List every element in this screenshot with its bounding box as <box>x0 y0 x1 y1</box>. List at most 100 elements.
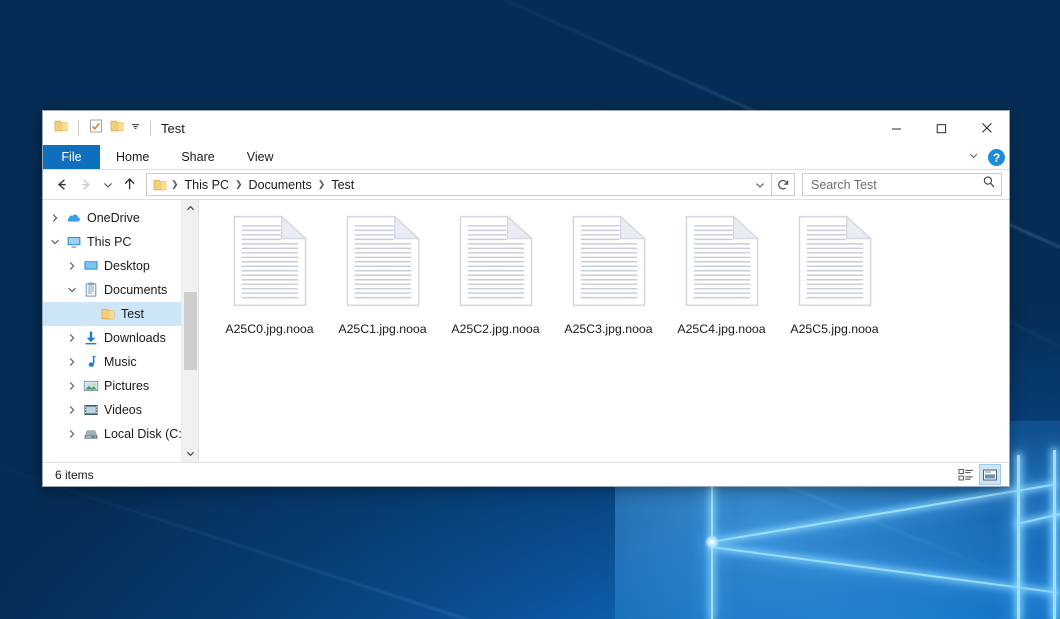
tab-file[interactable]: File <box>43 145 100 169</box>
recent-locations-button[interactable] <box>99 173 116 197</box>
new-folder-icon[interactable] <box>109 118 125 139</box>
window-controls <box>874 111 1009 145</box>
chevron-right-icon[interactable]: ❯ <box>317 179 327 190</box>
sidebar-item-label: Pictures <box>104 379 149 393</box>
chevron-right-icon[interactable]: ❯ <box>170 179 180 190</box>
toolbar-separator <box>78 121 79 136</box>
ribbon-right-controls: ? <box>967 145 1005 170</box>
chevron-right-icon[interactable] <box>63 429 81 439</box>
document-icon <box>81 282 101 298</box>
tab-home[interactable]: Home <box>100 145 165 169</box>
sidebar-item-local-disk-c[interactable]: Local Disk (C:) <box>43 422 198 446</box>
cloud-icon <box>64 210 84 226</box>
search-icon[interactable] <box>982 175 996 194</box>
search-input[interactable] <box>811 178 982 192</box>
sidebar-item-label: Desktop <box>104 259 150 273</box>
chevron-down-icon[interactable] <box>130 119 141 137</box>
back-button[interactable] <box>49 173 73 197</box>
chevron-right-icon[interactable] <box>46 213 64 223</box>
monitor-icon <box>64 234 84 250</box>
download-icon <box>81 330 101 346</box>
properties-icon[interactable] <box>88 118 104 139</box>
sidebar-item-label: Videos <box>104 403 142 417</box>
breadcrumb-bar[interactable]: ❯ This PC ❯ Documents ❯ Test <box>146 173 772 196</box>
maximize-button[interactable] <box>919 111 964 145</box>
help-icon[interactable]: ? <box>988 149 1005 166</box>
file-name-label: A25C4.jpg.nooa <box>677 322 765 336</box>
file-item[interactable]: A25C5.jpg.nooa <box>778 210 891 342</box>
file-explorer-window: Test File Home Share View <box>42 110 1010 487</box>
generic-file-icon <box>571 214 647 313</box>
sidebar-item-label: Local Disk (C:) <box>104 427 186 441</box>
status-bar: 6 items <box>43 462 1009 486</box>
chevron-down-icon[interactable] <box>967 149 980 167</box>
chevron-down-icon[interactable] <box>46 237 64 247</box>
generic-file-icon <box>797 214 873 313</box>
search-box[interactable] <box>802 173 1002 196</box>
sidebar-item-onedrive[interactable]: OneDrive <box>43 206 198 230</box>
tab-view[interactable]: View <box>231 145 290 169</box>
refresh-button[interactable] <box>772 173 795 196</box>
scrollbar-track[interactable] <box>182 217 199 445</box>
file-item[interactable]: A25C4.jpg.nooa <box>665 210 778 342</box>
quick-access-toolbar <box>53 118 155 139</box>
sidebar-item-videos[interactable]: Videos <box>43 398 198 422</box>
sidebar-item-label: Downloads <box>104 331 166 345</box>
up-button[interactable] <box>117 173 141 197</box>
breadcrumb-dropdown-icon[interactable] <box>750 174 769 195</box>
chevron-right-icon[interactable] <box>63 333 81 343</box>
chevron-right-icon[interactable] <box>63 261 81 271</box>
toolbar-separator <box>150 121 151 136</box>
breadcrumb-item-this-pc[interactable]: This PC <box>180 176 234 194</box>
file-item[interactable]: A25C1.jpg.nooa <box>326 210 439 342</box>
scrollbar-thumb[interactable] <box>184 292 197 370</box>
sidebar-item-label: Test <box>121 307 144 321</box>
sidebar-item-downloads[interactable]: Downloads <box>43 326 198 350</box>
large-icons-view-button[interactable] <box>979 464 1001 485</box>
view-toggle-group <box>955 464 1001 485</box>
generic-file-icon <box>232 214 308 313</box>
chevron-right-icon[interactable]: ❯ <box>234 179 244 190</box>
folder-icon[interactable] <box>53 118 69 139</box>
sidebar-scrollbar[interactable] <box>181 200 198 462</box>
minimize-button[interactable] <box>874 111 919 145</box>
breadcrumb: ❯ This PC ❯ Documents ❯ Test <box>170 176 750 194</box>
address-bar: ❯ This PC ❯ Documents ❯ Test <box>43 170 1009 199</box>
sidebar-item-pictures[interactable]: Pictures <box>43 374 198 398</box>
explorer-body: OneDrive This PC Desktop Documents Test Downl… <box>43 199 1009 462</box>
chevron-right-icon[interactable] <box>63 381 81 391</box>
picture-icon <box>81 378 101 394</box>
navigation-pane: OneDrive This PC Desktop Documents Test Downl… <box>43 200 199 462</box>
sidebar-item-desktop[interactable]: Desktop <box>43 254 198 278</box>
details-view-button[interactable] <box>955 464 977 485</box>
generic-file-icon <box>684 214 760 313</box>
file-name-label: A25C1.jpg.nooa <box>338 322 426 336</box>
file-item[interactable]: A25C0.jpg.nooa <box>213 210 326 342</box>
folder-tree: OneDrive This PC Desktop Documents Test Downl… <box>43 206 198 446</box>
sidebar-item-documents[interactable]: Documents <box>43 278 198 302</box>
chevron-down-icon[interactable] <box>182 445 199 462</box>
desktop: Test File Home Share View <box>0 0 1060 619</box>
sidebar-item-label: Music <box>104 355 137 369</box>
title-bar: Test <box>43 111 1009 145</box>
desktop-icon <box>81 258 101 274</box>
breadcrumb-item-test[interactable]: Test <box>326 176 359 194</box>
sidebar-item-label: OneDrive <box>87 211 140 225</box>
chevron-right-icon[interactable] <box>63 405 81 415</box>
sidebar-item-this-pc[interactable]: This PC <box>43 230 198 254</box>
chevron-right-icon[interactable] <box>63 357 81 367</box>
breadcrumb-item-documents[interactable]: Documents <box>244 176 317 194</box>
close-button[interactable] <box>964 111 1009 145</box>
forward-button[interactable] <box>74 173 98 197</box>
file-list-view[interactable]: A25C0.jpg.nooa A25C1.jpg.nooa A25C2.jpg.… <box>199 200 1009 462</box>
chevron-up-icon[interactable] <box>182 200 199 217</box>
sidebar-item-music[interactable]: Music <box>43 350 198 374</box>
sidebar-item-test[interactable]: Test <box>43 302 198 326</box>
file-item[interactable]: A25C3.jpg.nooa <box>552 210 665 342</box>
tab-share[interactable]: Share <box>165 145 230 169</box>
video-icon <box>81 402 101 418</box>
folder-icon <box>152 177 168 193</box>
file-item[interactable]: A25C2.jpg.nooa <box>439 210 552 342</box>
file-name-label: A25C0.jpg.nooa <box>225 322 313 336</box>
chevron-down-icon[interactable] <box>63 285 81 295</box>
